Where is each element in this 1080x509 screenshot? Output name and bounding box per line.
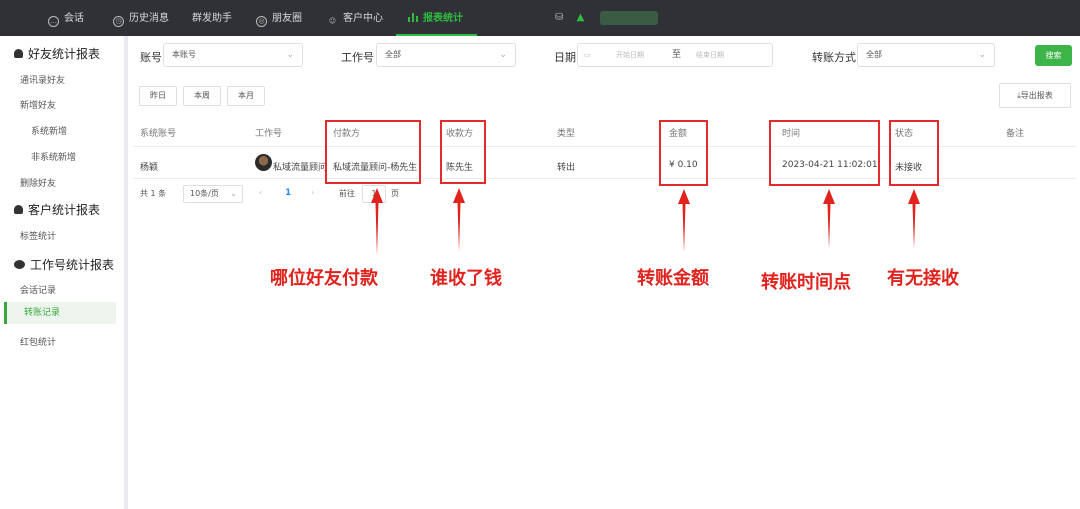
this-week-button[interactable]: 本周	[183, 86, 221, 106]
cell-system-account: 杨颖	[140, 163, 159, 173]
moments-icon: ◎	[256, 16, 267, 27]
chat-icon: …	[48, 16, 59, 27]
sidebar-group-friend-report[interactable]: 好友统计报表	[14, 45, 100, 62]
worker-select[interactable]: 全部 ⌄	[376, 43, 516, 67]
arrow-up-icon	[823, 189, 835, 249]
user-icon: ▲	[576, 12, 585, 23]
avatar	[255, 154, 272, 171]
search-button[interactable]: 搜索	[1035, 45, 1072, 66]
worker-label: 工作号	[341, 51, 374, 64]
annotation-status: 有无接收	[887, 268, 959, 289]
column-header-remark: 备注	[1006, 129, 1025, 139]
sidebar-group-customer-report[interactable]: 客户统计报表	[14, 201, 100, 218]
export-report-button[interactable]: ⤓导出报表	[999, 83, 1071, 108]
history-icon: ◷	[113, 16, 124, 27]
goto-label: 前往	[339, 189, 355, 198]
annotation-box-payee	[440, 120, 486, 184]
date-start-input[interactable]: 开始日期	[616, 44, 644, 66]
annotation-box-status	[889, 120, 939, 186]
account-select[interactable]: 本账号 ⌄	[163, 43, 303, 67]
annotation-box-amount	[659, 120, 708, 186]
sidebar-item-system-new[interactable]: 系统新增	[31, 124, 67, 137]
tab-customer-center[interactable]: ☺ 客户中心	[327, 0, 383, 36]
next-page-button[interactable]: ›	[311, 188, 314, 197]
page-size-select[interactable]: 10条/页 ⌄	[183, 185, 243, 203]
annotation-amount: 转账金额	[637, 268, 709, 289]
prev-page-button[interactable]: ‹	[259, 188, 262, 197]
calendar-icon: ▭	[584, 51, 591, 59]
top-navigation-bar: … 会话 ◷ 历史消息 群发助手 ◎ 朋友圈 ☺ 客户中心 报表统计 ⛁ ▲	[0, 0, 1080, 36]
current-page[interactable]: 1	[285, 188, 291, 198]
date-label: 日期	[554, 51, 576, 64]
database-icon: ⛁	[555, 12, 564, 23]
account-name-redacted	[600, 11, 658, 25]
transfer-method-select[interactable]: 全部 ⌄	[857, 43, 995, 67]
sidebar-item-red-packet-stats[interactable]: 红包统计	[20, 335, 56, 348]
date-end-input[interactable]: 结束日期	[696, 44, 724, 66]
yesterday-button[interactable]: 昨日	[139, 86, 177, 106]
transfer-method-label: 转账方式	[812, 51, 856, 64]
column-header-type: 类型	[557, 129, 576, 139]
tab-chat[interactable]: … 会话	[48, 0, 84, 36]
customer-icon: ☺	[328, 17, 337, 25]
chevron-down-icon: ⌄	[230, 189, 237, 198]
tab-history[interactable]: ◷ 历史消息	[113, 0, 169, 36]
user-icon	[14, 49, 23, 58]
chevron-down-icon: ⌄	[978, 50, 986, 60]
arrow-up-icon	[371, 188, 383, 256]
this-month-button[interactable]: 本月	[227, 86, 265, 106]
tab-moments[interactable]: ◎ 朋友圈	[256, 0, 302, 36]
annotation-payee: 谁收了钱	[430, 268, 502, 289]
annotation-time: 转账时间点	[761, 272, 851, 293]
sidebar-item-chat-records[interactable]: 会话记录	[20, 283, 56, 296]
account-switcher[interactable]: ⛁ ▲	[555, 0, 584, 36]
sidebar-item-transfer-records[interactable]: 转账记录	[4, 302, 116, 324]
arrow-up-icon	[453, 188, 465, 252]
sidebar-item-non-system-new[interactable]: 非系统新增	[31, 150, 76, 163]
column-header-worker: 工作号	[255, 129, 283, 139]
arrow-up-icon	[908, 189, 920, 249]
column-header-system-account: 系统账号	[140, 129, 177, 139]
annotation-payer: 哪位好友付款	[270, 268, 378, 289]
chevron-down-icon: ⌄	[286, 50, 294, 60]
annotation-box-payer	[325, 120, 421, 184]
sidebar-item-tag-stats[interactable]: 标签统计	[20, 229, 56, 242]
user-icon	[14, 205, 23, 214]
account-label: 账号	[140, 51, 162, 64]
sidebar-item-new-friends[interactable]: 新增好友	[20, 98, 56, 111]
arrow-up-icon	[678, 189, 690, 253]
sidebar-group-worker-report[interactable]: 工作号统计报表	[14, 256, 114, 273]
date-range-picker[interactable]: ▭ 开始日期 至 结束日期	[577, 43, 773, 67]
cell-type: 转出	[557, 163, 576, 173]
date-range-separator: 至	[672, 50, 682, 60]
cell-worker: 私域流量顾问	[273, 163, 326, 173]
sidebar-item-contacts[interactable]: 通讯录好友	[20, 73, 65, 86]
chat-bubbles-icon	[14, 260, 25, 269]
chevron-down-icon: ⌄	[499, 50, 507, 60]
sidebar: 好友统计报表 通讯录好友 新增好友 系统新增 非系统新增 删除好友 客户统计报表…	[0, 36, 128, 509]
pagination-total: 共 1 条	[140, 189, 167, 198]
sidebar-item-deleted-friends[interactable]: 删除好友	[20, 176, 56, 189]
chart-icon	[408, 13, 418, 22]
tab-report-stats[interactable]: 报表统计	[396, 0, 477, 36]
annotation-box-time	[769, 120, 880, 186]
tab-broadcast[interactable]: 群发助手	[192, 0, 232, 36]
page-unit-label: 页	[391, 189, 399, 198]
